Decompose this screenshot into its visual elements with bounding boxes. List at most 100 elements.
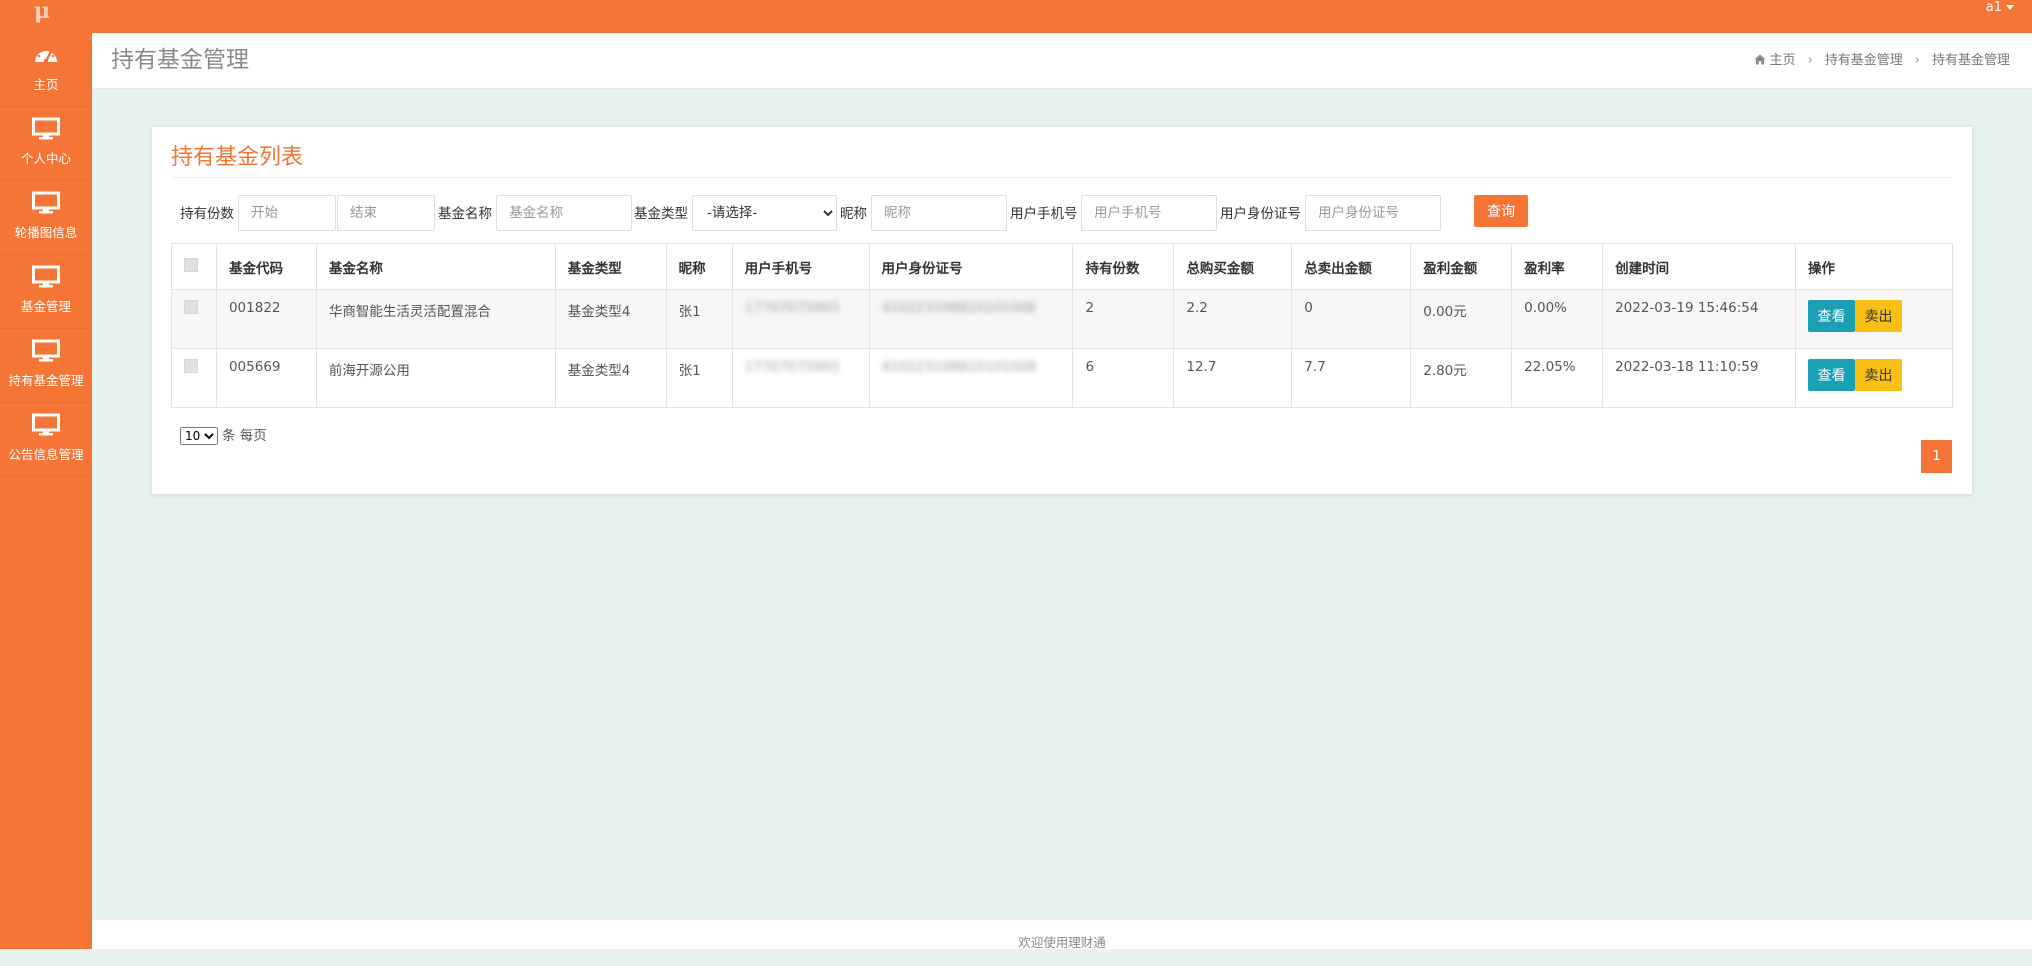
sidebar-item-home[interactable]: 主页 — [0, 33, 92, 107]
profit-rate-cell: 22.05% — [1511, 348, 1604, 408]
home-icon — [1754, 54, 1766, 65]
nickname-input[interactable] — [871, 195, 1007, 231]
sell-total-cell: 7.7 — [1291, 348, 1412, 408]
monitor-icon — [32, 265, 60, 288]
row-checkbox[interactable] — [184, 300, 198, 314]
column-header: 盈利金额 — [1410, 243, 1513, 290]
top-bar: μ a1 — [0, 0, 2032, 33]
fund-type-select[interactable]: -请选择- — [692, 195, 837, 231]
fund-code-cell: 005669 — [215, 348, 317, 408]
sidebar-item-announcements[interactable]: 公告信息管理 — [0, 403, 92, 477]
view-button[interactable]: 查看 — [1808, 359, 1855, 391]
sidebar: 主页 个人中心 轮播图信息 基金管理 持有基金管理 公告信息管理 — [0, 33, 92, 949]
select-all-checkbox[interactable] — [184, 257, 198, 272]
idcard-cell: 410223198810101008 — [868, 348, 1074, 408]
breadcrumb-separator-icon: › — [1914, 53, 1920, 68]
select-all-cell[interactable] — [171, 243, 217, 290]
sidebar-item-label: 持有基金管理 — [8, 373, 84, 388]
row-checkbox[interactable] — [184, 359, 198, 373]
profit-cell: 2.80元 — [1410, 348, 1513, 408]
column-header: 用户手机号 — [731, 243, 870, 290]
page-button-current[interactable]: 1 — [1921, 440, 1952, 473]
profit-rate-cell: 0.00% — [1511, 289, 1604, 349]
dashboard-icon — [35, 47, 57, 64]
phone-value: 17707075993 — [744, 300, 840, 316]
monitor-icon — [32, 339, 60, 362]
breadcrumb-home[interactable]: 主页 — [1770, 53, 1796, 68]
sell-button[interactable]: 卖出 — [1855, 300, 1902, 332]
shares-start-input[interactable] — [238, 195, 336, 231]
phone-value: 17707075993 — [744, 359, 840, 375]
table-row: 005669 前海开源公用 基金类型4 张1 17707075993 41022… — [171, 348, 1953, 408]
card-title: 持有基金列表 — [171, 145, 304, 170]
fund-name-input[interactable] — [496, 195, 632, 231]
search-button[interactable]: 查询 — [1474, 195, 1528, 227]
sidebar-item-label: 主页 — [33, 77, 59, 92]
column-header: 操作 — [1795, 243, 1953, 290]
view-button[interactable]: 查看 — [1808, 300, 1855, 332]
fund-code-cell: 001822 — [215, 289, 317, 349]
idcard-value: 410223198810101008 — [881, 359, 1037, 375]
table-row: 001822 华商智能生活灵活配置混合 基金类型4 张1 17707075993… — [171, 289, 1953, 349]
shares-label: 持有份数 — [180, 206, 234, 222]
caret-down-icon — [2006, 5, 2014, 10]
column-header: 基金类型 — [554, 243, 667, 290]
nickname-label: 昵称 — [840, 206, 867, 222]
column-header: 用户身份证号 — [868, 243, 1074, 290]
fund-name-label: 基金名称 — [438, 206, 492, 222]
footer: 欢迎使用理财通 — [92, 920, 2032, 950]
idcard-cell: 410223198810101008 — [868, 289, 1074, 349]
nickname-cell: 张1 — [665, 348, 733, 408]
held-fund-list-card: 持有基金列表 持有份数 基金名称 基金类型 -请选择- 昵称 用户手机号 用户身… — [152, 127, 1972, 494]
row-select-cell[interactable] — [171, 348, 217, 408]
divider — [171, 177, 1953, 178]
sidebar-item-label: 轮播图信息 — [14, 225, 78, 240]
phone-cell: 17707075993 — [731, 289, 870, 349]
shares-end-input[interactable] — [337, 195, 435, 231]
created-time-cell: 2022-03-19 15:46:54 — [1602, 289, 1796, 349]
column-header: 基金代码 — [215, 243, 317, 290]
shares-cell: 2 — [1072, 289, 1175, 349]
fund-type-cell: 基金类型4 — [554, 289, 667, 349]
sell-button[interactable]: 卖出 — [1855, 359, 1902, 391]
fund-type-cell: 基金类型4 — [554, 348, 667, 408]
page-size-suffix: 条 每页 — [222, 428, 267, 444]
sidebar-item-carousel[interactable]: 轮播图信息 — [0, 181, 92, 255]
breadcrumb-separator-icon: › — [1807, 53, 1813, 68]
column-header: 盈利率 — [1511, 243, 1604, 290]
monitor-icon — [32, 191, 60, 214]
buy-total-cell: 12.7 — [1173, 348, 1293, 408]
phone-cell: 17707075993 — [731, 348, 870, 408]
column-header: 总卖出金额 — [1291, 243, 1412, 290]
phone-input[interactable] — [1081, 195, 1217, 231]
breadcrumb: 主页 › 持有基金管理 › 持有基金管理 — [1754, 52, 2010, 70]
table-header-row: 基金代码 基金名称 基金类型 昵称 用户手机号 用户身份证号 持有份数 总购买金… — [171, 243, 1953, 290]
created-time-cell: 2022-03-18 11:10:59 — [1602, 348, 1796, 408]
monitor-icon — [32, 117, 60, 140]
column-header: 总购买金额 — [1173, 243, 1293, 290]
page-size-select[interactable]: 10 — [180, 427, 218, 445]
page-size-control: 10 条 每页 — [180, 424, 267, 445]
sidebar-item-label: 基金管理 — [20, 299, 71, 314]
footer-text: 欢迎使用理财通 — [1018, 935, 1106, 950]
page-title: 持有基金管理 — [111, 47, 249, 73]
breadcrumb-current: 持有基金管理 — [1931, 53, 2010, 68]
fund-name-cell: 华商智能生活灵活配置混合 — [315, 289, 556, 349]
row-select-cell[interactable] — [171, 289, 217, 349]
sidebar-item-personal-center[interactable]: 个人中心 — [0, 107, 92, 181]
fund-type-label: 基金类型 — [634, 206, 688, 222]
user-menu[interactable]: a1 — [1986, 0, 2014, 16]
idcard-input[interactable] — [1305, 195, 1441, 231]
profit-cell: 0.00元 — [1410, 289, 1513, 349]
fund-name-cell: 前海开源公用 — [315, 348, 556, 408]
column-header: 持有份数 — [1072, 243, 1175, 290]
breadcrumb-item[interactable]: 持有基金管理 — [1825, 53, 1903, 68]
idcard-value: 410223198810101008 — [881, 300, 1037, 316]
sidebar-item-held-fund-management[interactable]: 持有基金管理 — [0, 329, 92, 403]
column-header: 创建时间 — [1602, 243, 1796, 290]
app-logo: μ — [33, 0, 51, 24]
held-fund-table: 基金代码 基金名称 基金类型 昵称 用户手机号 用户身份证号 持有份数 总购买金… — [171, 243, 1953, 408]
sidebar-item-fund-management[interactable]: 基金管理 — [0, 255, 92, 329]
shares-cell: 6 — [1072, 348, 1175, 408]
sidebar-item-label: 公告信息管理 — [8, 447, 84, 462]
